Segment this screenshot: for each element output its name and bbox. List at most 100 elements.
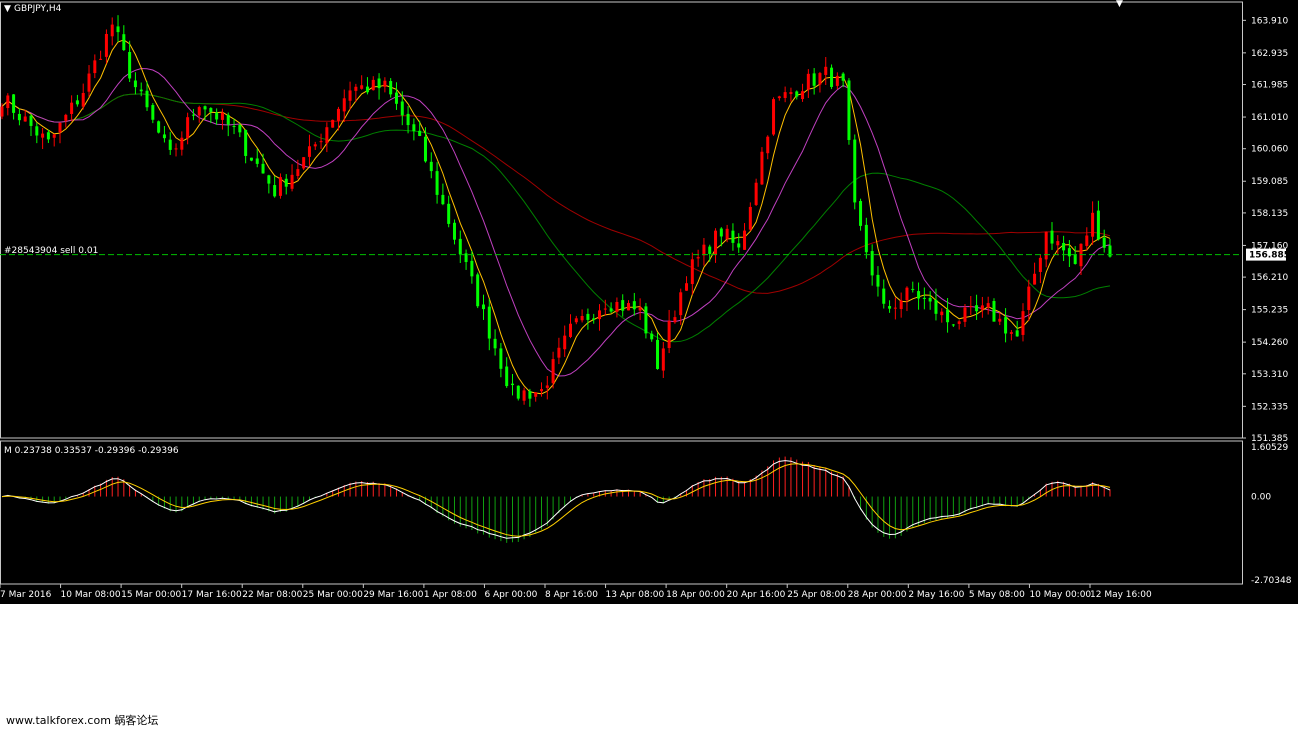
candle-body <box>87 73 91 92</box>
candle-body <box>859 201 863 226</box>
candle-body <box>191 114 195 116</box>
candle-body <box>702 244 706 256</box>
candle-body <box>99 58 103 60</box>
current-price-label: 156.885 <box>1249 251 1290 261</box>
candle-body <box>615 301 619 312</box>
candle-body <box>336 108 340 121</box>
candle-body <box>406 113 410 126</box>
candle-body <box>725 228 729 239</box>
candle-body <box>342 98 346 112</box>
candle-body <box>632 301 636 310</box>
candle-body <box>667 320 671 348</box>
candle-body <box>516 385 520 399</box>
indicator-legend: M 0.23738 0.33537 -0.29396 -0.29396 <box>4 446 179 456</box>
candle-body <box>93 60 97 74</box>
candle-body <box>551 359 555 384</box>
candle-body <box>963 307 967 322</box>
time-tick-label: 10 May 00:00 <box>1029 590 1091 600</box>
indicator-tick-label: -2.70348 <box>1251 576 1292 586</box>
candle-body <box>307 146 311 157</box>
candle-body <box>986 303 990 308</box>
time-tick-label: 28 Apr 00:00 <box>848 590 907 600</box>
candle-body <box>447 203 451 224</box>
candle-body <box>476 274 480 307</box>
candle-body <box>249 157 253 161</box>
candle-body <box>354 86 358 91</box>
candle-body <box>806 73 810 90</box>
candle-body <box>46 132 50 140</box>
chart-title: GBPJPY,H4 <box>14 4 62 14</box>
candle-body <box>609 308 613 312</box>
candle-body <box>377 78 381 89</box>
candle-body <box>673 317 677 323</box>
candle-body <box>383 80 387 87</box>
candle-body <box>731 230 735 243</box>
time-tick-label: 15 Mar 00:00 <box>121 590 181 600</box>
candle-body <box>656 339 660 369</box>
candle-body <box>830 67 834 87</box>
candle-body <box>737 243 741 248</box>
time-tick-label: 25 Mar 00:00 <box>303 590 363 600</box>
candle-body <box>893 307 897 309</box>
candle-body <box>882 288 886 304</box>
trading-chart[interactable]: 163.910 162.935 161.985 161.010 160.060 159.0… <box>0 0 1298 604</box>
candle-body <box>685 283 689 291</box>
candle-body <box>638 307 642 311</box>
candle-body <box>499 348 503 369</box>
candle-body <box>400 101 404 116</box>
candle-body <box>122 34 126 51</box>
candle-body <box>1067 248 1071 257</box>
price-tick-label: 161.985 <box>1251 81 1288 91</box>
symbol-dropdown-icon[interactable]: ▼ <box>4 4 11 14</box>
candle-body <box>957 321 961 324</box>
indicator-tick-label: 1.60529 <box>1251 443 1288 453</box>
indicator-tick-label: 0.00 <box>1251 493 1271 503</box>
candle-body <box>423 136 427 162</box>
candle-body <box>569 323 573 337</box>
candle-body <box>621 300 625 311</box>
candle-body <box>267 175 271 184</box>
candle-body <box>772 99 776 135</box>
candle-body <box>220 112 224 120</box>
candle-body <box>0 106 4 117</box>
candle-body <box>110 24 114 37</box>
candle-body <box>209 108 213 113</box>
price-tick-label: 155.235 <box>1251 306 1288 316</box>
candle-body <box>853 139 857 203</box>
candle-body <box>168 139 172 150</box>
candle-body <box>1056 241 1060 246</box>
price-tick-label: 156.210 <box>1251 273 1288 283</box>
candle-body <box>1021 311 1025 335</box>
candle-body <box>888 306 892 309</box>
candle-body <box>760 151 764 185</box>
candle-body <box>946 309 950 323</box>
chart-canvas[interactable]: 163.910 162.935 161.985 161.010 160.060 159.0… <box>0 0 1298 604</box>
candle-body <box>389 81 393 95</box>
candle-body <box>41 133 45 138</box>
candle-body <box>145 90 149 108</box>
price-tick-label: 159.085 <box>1251 177 1288 187</box>
candle-body <box>545 385 549 388</box>
candle-body <box>592 318 596 320</box>
candle-body <box>714 230 718 255</box>
candle-body <box>777 96 781 99</box>
candle-body <box>75 100 79 105</box>
candle-body <box>464 253 468 263</box>
candle-body <box>23 116 27 122</box>
time-tick-label: 8 Apr 16:00 <box>545 590 598 600</box>
candle-body <box>766 136 770 154</box>
scroll-marker-icon[interactable]: ▼ <box>1116 0 1123 9</box>
candle-body <box>6 95 10 109</box>
candle-body <box>296 169 300 177</box>
candle-body <box>876 274 880 287</box>
candle-body <box>644 306 648 334</box>
candle-body <box>238 124 242 133</box>
candle-body <box>922 297 926 299</box>
candle-body <box>278 177 282 196</box>
candle-body <box>429 161 433 172</box>
candle-body <box>284 178 288 187</box>
price-tick-label: 152.335 <box>1251 402 1288 412</box>
candle-body <box>743 230 747 250</box>
price-tick-label: 153.310 <box>1251 370 1288 380</box>
candle-body <box>331 119 335 128</box>
